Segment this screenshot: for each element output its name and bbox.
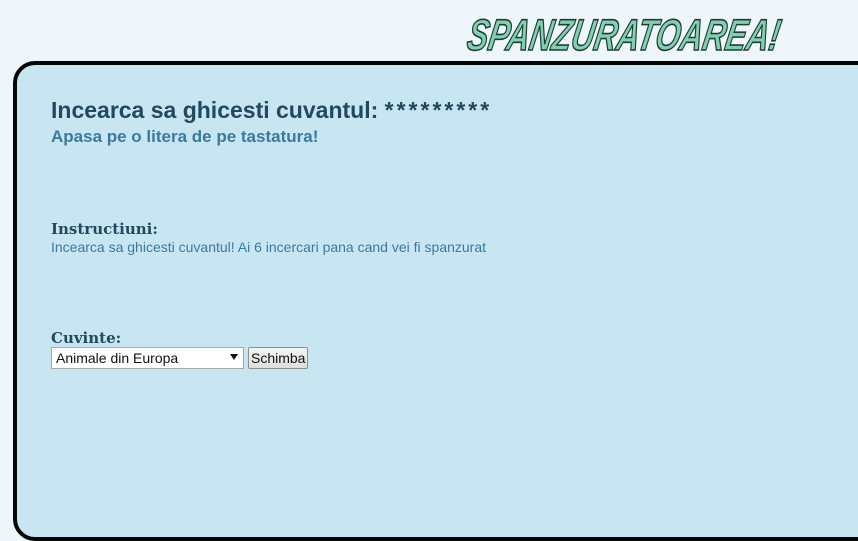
guess-prompt: Incearca sa ghicesti cuvantul: ********* xyxy=(51,97,492,124)
chevron-down-icon xyxy=(230,354,238,360)
category-select[interactable]: Animale din Europa xyxy=(51,347,244,369)
instructions-title: Instructiuni: xyxy=(51,220,158,238)
logo-text: Spanzuratoarea! xyxy=(464,11,785,60)
game-panel: Incearca sa ghicesti cuvantul: *********… xyxy=(13,61,858,541)
category-select-value: Animale din Europa xyxy=(56,350,179,366)
words-title: Cuvinte: xyxy=(51,329,122,347)
guess-prompt-label: Incearca sa ghicesti cuvantul: xyxy=(51,97,385,123)
change-button[interactable]: Schimba xyxy=(248,347,309,369)
masked-word: ********* xyxy=(384,97,493,123)
site-logo: Spanzuratoarea! xyxy=(462,2,802,60)
keyboard-hint: Apasa pe o litera de pe tastatura! xyxy=(51,127,319,146)
logo-graphic: Spanzuratoarea! xyxy=(463,10,785,60)
instructions-text: Incearca sa ghicesti cuvantul! Ai 6 ince… xyxy=(51,239,487,255)
